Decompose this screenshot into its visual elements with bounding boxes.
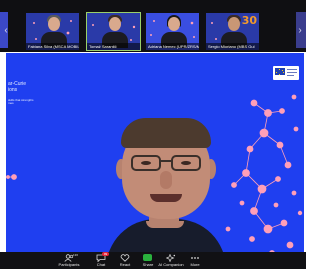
logo-text-bar xyxy=(287,75,294,76)
flag-star xyxy=(283,72,284,73)
meeting-toolbar: 136 Participants 99 Chat React Share AI … xyxy=(0,252,306,269)
participant-avatar xyxy=(109,17,121,31)
more-button[interactable]: More xyxy=(180,252,210,269)
participant-tile[interactable]: Adriana Nemec (UPR/ZRS/MO) xyxy=(146,13,199,50)
speaker-eye xyxy=(181,161,191,165)
logo-text-bar xyxy=(287,72,297,73)
sparkle-icon xyxy=(166,254,176,262)
participant-name: Adriana Nemec (UPR/ZRS/MO) xyxy=(146,43,199,50)
speaker-hair xyxy=(121,118,211,148)
speaker-mouth xyxy=(150,194,182,202)
participants-count: 136 xyxy=(73,253,79,257)
participant-tile[interactable]: Fabiana Silva (MSCA MOBILISED) xyxy=(26,13,79,50)
gallery-next-icon[interactable]: › xyxy=(295,24,305,38)
active-speaker-video[interactable]: ar-Curie ions skills that strengths mes xyxy=(6,53,304,263)
more-label: More xyxy=(190,262,200,267)
speaker-video-figure xyxy=(106,115,226,263)
flag-star xyxy=(282,70,283,71)
eu-flag-logo xyxy=(273,66,299,80)
participant-avatar xyxy=(48,17,60,31)
participant-name: Fabiana Silva (MSCA MOBILISED) xyxy=(26,43,79,50)
flag-star xyxy=(279,74,280,75)
speaker-nose xyxy=(160,171,172,189)
speaker-collar xyxy=(146,221,184,228)
slide-subtitle: ions xyxy=(8,87,18,93)
event-logo-number: 30 xyxy=(241,14,257,27)
gallery-strip: ‹ › Fabiana Silva (MSCA MOBILISED) Tomaž… xyxy=(0,0,306,52)
participants-button[interactable]: 136 Participants xyxy=(54,252,84,269)
speaker-eye xyxy=(141,161,151,165)
flag-star xyxy=(279,69,280,70)
participants-label: Participants xyxy=(58,262,80,267)
heart-icon xyxy=(120,254,130,262)
more-icon xyxy=(191,257,199,259)
logo-text-bar xyxy=(287,69,297,70)
speaker-glasses-bridge xyxy=(161,160,171,162)
participant-name: Tomaž Sarantič xyxy=(87,43,140,50)
eu-flag-icon xyxy=(275,68,285,75)
participant-avatar xyxy=(228,17,240,31)
share-screen-icon xyxy=(143,254,152,261)
slide-text-line: mes xyxy=(8,101,14,105)
participant-tile[interactable]: Tomaž Sarantič xyxy=(86,12,141,51)
gallery-prev-icon[interactable]: ‹ xyxy=(1,24,11,38)
chat-unread-badge: 99 xyxy=(102,252,109,256)
zoom-meeting-window: ‹ › Fabiana Silva (MSCA MOBILISED) Tomaž… xyxy=(0,0,306,269)
participant-tile[interactable]: 30 Sergio Mioriano (MBS Gul xyxy=(206,13,259,50)
participant-avatar xyxy=(168,17,180,31)
participant-name: Sergio Mioriano (MBS Gul xyxy=(206,43,259,50)
flag-star xyxy=(276,72,277,73)
